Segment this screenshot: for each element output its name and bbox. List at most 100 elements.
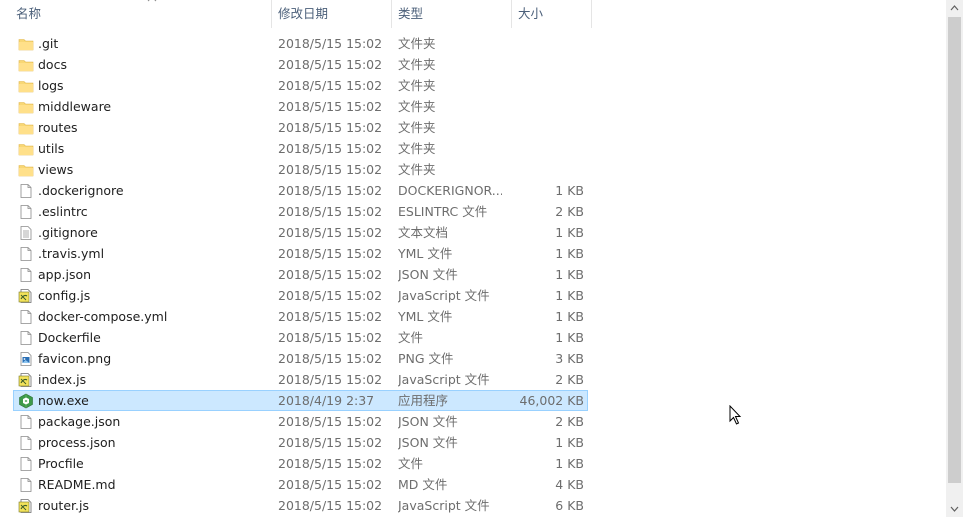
file-name: docs (38, 57, 67, 72)
file-modified-date: 2018/5/15 15:02 (278, 477, 383, 492)
js-file-icon (18, 289, 32, 303)
file-row[interactable]: .eslintrc 2018/5/15 15:02 ESLINTRC 文件 2 KB (13, 201, 588, 222)
file-type: 文件夹 (398, 99, 436, 114)
image-file-icon (20, 352, 32, 366)
file-size: 6 KB (555, 498, 584, 513)
file-row[interactable]: Dockerfile 2018/5/15 15:02 文件 1 KB (13, 327, 588, 348)
scroll-down-arrow-icon[interactable] (946, 500, 963, 517)
file-row[interactable]: package.json 2018/5/15 15:02 JSON 文件 2 KB (13, 411, 588, 432)
blank-file-icon (20, 268, 32, 282)
file-name: .gitignore (38, 225, 98, 240)
blank-file-icon (20, 436, 32, 450)
file-type: 文件 (398, 330, 424, 345)
file-type: MD 文件 (398, 477, 448, 492)
file-modified-date: 2018/5/15 15:02 (278, 309, 383, 324)
file-name: index.js (38, 372, 87, 387)
file-row[interactable]: docker-compose.yml 2018/5/15 15:02 YML 文件 1… (13, 306, 588, 327)
vertical-scrollbar[interactable] (946, 0, 963, 517)
file-name: config.js (38, 288, 91, 303)
file-row[interactable]: router.js 2018/5/15 15:02 JavaScript 文件 6 K… (13, 495, 588, 516)
column-header-type[interactable]: 类型 (392, 0, 512, 28)
folder-icon (18, 60, 34, 72)
file-row[interactable]: views 2018/5/15 15:02 文件夹 (13, 159, 588, 180)
file-type: 文件夹 (398, 141, 436, 156)
file-row[interactable]: config.js 2018/5/15 15:02 JavaScript 文件 1 K… (13, 285, 588, 306)
file-modified-date: 2018/4/19 2:37 (278, 393, 375, 408)
file-size (504, 97, 584, 116)
column-header-size-label: 大小 (518, 6, 544, 21)
file-row[interactable]: now.exe 2018/4/19 2:37 应用程序 46,002 KB (13, 390, 588, 411)
file-type: JSON 文件 (398, 414, 458, 429)
file-size: 2 KB (555, 414, 584, 429)
file-row[interactable]: favicon.png 2018/5/15 15:02 PNG 文件 3 KB (13, 348, 588, 369)
file-size: 1 KB (555, 225, 584, 240)
file-row[interactable]: .travis.yml 2018/5/15 15:02 YML 文件 1 KB (13, 243, 588, 264)
column-header-modified[interactable]: 修改日期 (272, 0, 392, 28)
file-row[interactable]: routes 2018/5/15 15:02 文件夹 (13, 117, 588, 138)
file-type: DOCKERIGNOR... (398, 183, 502, 198)
file-row[interactable]: README.md 2018/5/15 15:02 MD 文件 4 KB (13, 474, 588, 495)
column-header-name[interactable]: 名称 (10, 0, 272, 28)
file-row[interactable]: docs 2018/5/15 15:02 文件夹 (13, 54, 588, 75)
file-row[interactable]: app.json 2018/5/15 15:02 JSON 文件 1 KB (13, 264, 588, 285)
file-modified-date: 2018/5/15 15:02 (278, 330, 383, 345)
scroll-thumb[interactable] (948, 17, 961, 483)
file-row[interactable]: .dockerignore 2018/5/15 15:02 DOCKERIGNOR.… (13, 180, 588, 201)
blank-file-icon (20, 310, 32, 324)
blank-file-icon (20, 247, 32, 261)
file-row[interactable]: logs 2018/5/15 15:02 文件夹 (13, 75, 588, 96)
column-header-name-label: 名称 (16, 6, 42, 21)
scroll-up-arrow-icon[interactable] (946, 0, 963, 17)
file-modified-date: 2018/5/15 15:02 (278, 162, 383, 177)
file-size: 1 KB (555, 330, 584, 345)
file-type: 文件夹 (398, 120, 436, 135)
file-name: .travis.yml (38, 246, 105, 261)
file-row[interactable]: .gitignore 2018/5/15 15:02 文本文档 1 KB (13, 222, 588, 243)
file-modified-date: 2018/5/15 15:02 (278, 204, 383, 219)
sort-ascending-icon (147, 0, 157, 2)
column-header-size[interactable]: 大小 (512, 0, 592, 28)
column-header-type-label: 类型 (398, 6, 424, 21)
file-type: JSON 文件 (398, 435, 458, 450)
column-header-modified-label: 修改日期 (278, 6, 329, 21)
file-modified-date: 2018/5/15 15:02 (278, 225, 383, 240)
folder-icon (18, 123, 34, 135)
file-size: 1 KB (555, 267, 584, 282)
file-row[interactable]: process.json 2018/5/15 15:02 JSON 文件 1 KB (13, 432, 588, 453)
file-size (504, 160, 584, 179)
file-size: 1 KB (555, 246, 584, 261)
file-modified-date: 2018/5/15 15:02 (278, 414, 383, 429)
folder-icon (18, 39, 34, 51)
file-name: favicon.png (38, 351, 112, 366)
file-name: middleware (38, 99, 112, 114)
file-size: 1 KB (555, 309, 584, 324)
file-size (504, 55, 584, 74)
file-name: routes (38, 120, 78, 135)
file-row[interactable]: .git 2018/5/15 15:02 文件夹 (13, 33, 588, 54)
file-type: 文件夹 (398, 162, 436, 177)
file-type: 文件夹 (398, 57, 436, 72)
file-modified-date: 2018/5/15 15:02 (278, 246, 383, 261)
file-name: utils (38, 141, 65, 156)
file-row[interactable]: middleware 2018/5/15 15:02 文件夹 (13, 96, 588, 117)
file-name: README.md (38, 477, 116, 492)
file-type: YML 文件 (398, 246, 453, 261)
file-type: JSON 文件 (398, 267, 458, 282)
column-header-bar: 名称 修改日期 类型 大小 (0, 0, 946, 28)
file-modified-date: 2018/5/15 15:02 (278, 456, 383, 471)
file-modified-date: 2018/5/15 15:02 (278, 267, 383, 282)
file-name: .eslintrc (38, 204, 88, 219)
file-name: views (38, 162, 74, 177)
file-name: .git (38, 36, 59, 51)
blank-file-icon (20, 331, 32, 345)
file-size: 2 KB (555, 204, 584, 219)
file-row[interactable]: index.js 2018/5/15 15:02 JavaScript 文件 2 KB (13, 369, 588, 390)
file-size: 2 KB (555, 372, 584, 387)
blank-file-icon (20, 205, 32, 219)
file-size: 3 KB (555, 351, 584, 366)
file-name: process.json (38, 435, 116, 450)
file-row[interactable]: Procfile 2018/5/15 15:02 文件 1 KB (13, 453, 588, 474)
file-row[interactable]: utils 2018/5/15 15:02 文件夹 (13, 138, 588, 159)
file-modified-date: 2018/5/15 15:02 (278, 372, 383, 387)
file-modified-date: 2018/5/15 15:02 (278, 288, 383, 303)
